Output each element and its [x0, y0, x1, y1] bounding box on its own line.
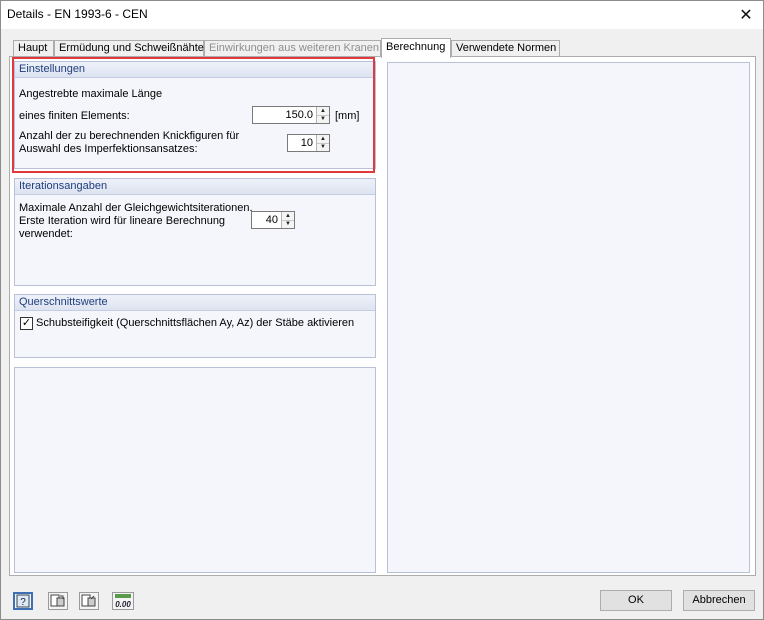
- window-title: Details - EN 1993-6 - CEN: [7, 7, 148, 21]
- group-iterationsangaben-title: Iterationsangaben: [15, 179, 375, 195]
- iteration-label-line2: Erste Iteration wird für lineare Berechn…: [19, 215, 226, 227]
- tab-verwendete-normen[interactable]: Verwendete Normen: [451, 40, 560, 56]
- group-querschnittswerte-title: Querschnittswerte: [15, 295, 375, 311]
- dialog-window: Details - EN 1993-6 - CEN ✕ Haupt Ermüdu…: [0, 0, 764, 620]
- cancel-button[interactable]: Abbrechen: [683, 590, 755, 611]
- shear-stiffness-label[interactable]: Schubsteifigkeit (Querschnittsflächen Ay…: [36, 317, 354, 329]
- ok-button[interactable]: OK: [600, 590, 672, 611]
- tab-einwirkungen: Einwirkungen aus weiteren Kranen: [204, 40, 381, 56]
- iteration-count-value[interactable]: 40: [252, 212, 281, 228]
- empty-info-panel: [14, 367, 376, 573]
- iteration-label-line3: verwendet:: [19, 228, 73, 240]
- export-icon[interactable]: [48, 592, 68, 610]
- highlight-frame: [12, 57, 375, 173]
- help-icon[interactable]: ?: [13, 592, 33, 610]
- svg-text:?: ?: [20, 597, 26, 608]
- import-icon[interactable]: [79, 592, 99, 610]
- tab-ermuedung[interactable]: Ermüdung und Schweißnähte: [54, 40, 204, 56]
- spin-down-arrow-icon[interactable]: ▼: [282, 220, 294, 228]
- decimal-places-icon-text: 0.00: [115, 600, 131, 608]
- iteration-count-stepper[interactable]: 40 ▲ ▼: [251, 211, 295, 229]
- iteration-label-line1: Maximale Anzahl der Gleichgewichtsiterat…: [19, 202, 253, 214]
- shear-stiffness-checkbox[interactable]: ✓: [20, 317, 33, 330]
- spin-up-arrow-icon[interactable]: ▲: [282, 212, 294, 221]
- tab-berechnung[interactable]: Berechnung: [381, 38, 451, 58]
- tab-haupt[interactable]: Haupt: [13, 40, 54, 56]
- close-button[interactable]: ✕: [729, 1, 763, 29]
- decimal-places-icon[interactable]: 0.00: [112, 592, 134, 610]
- right-info-panel: [387, 62, 750, 573]
- title-bar: Details - EN 1993-6 - CEN ✕: [1, 1, 763, 29]
